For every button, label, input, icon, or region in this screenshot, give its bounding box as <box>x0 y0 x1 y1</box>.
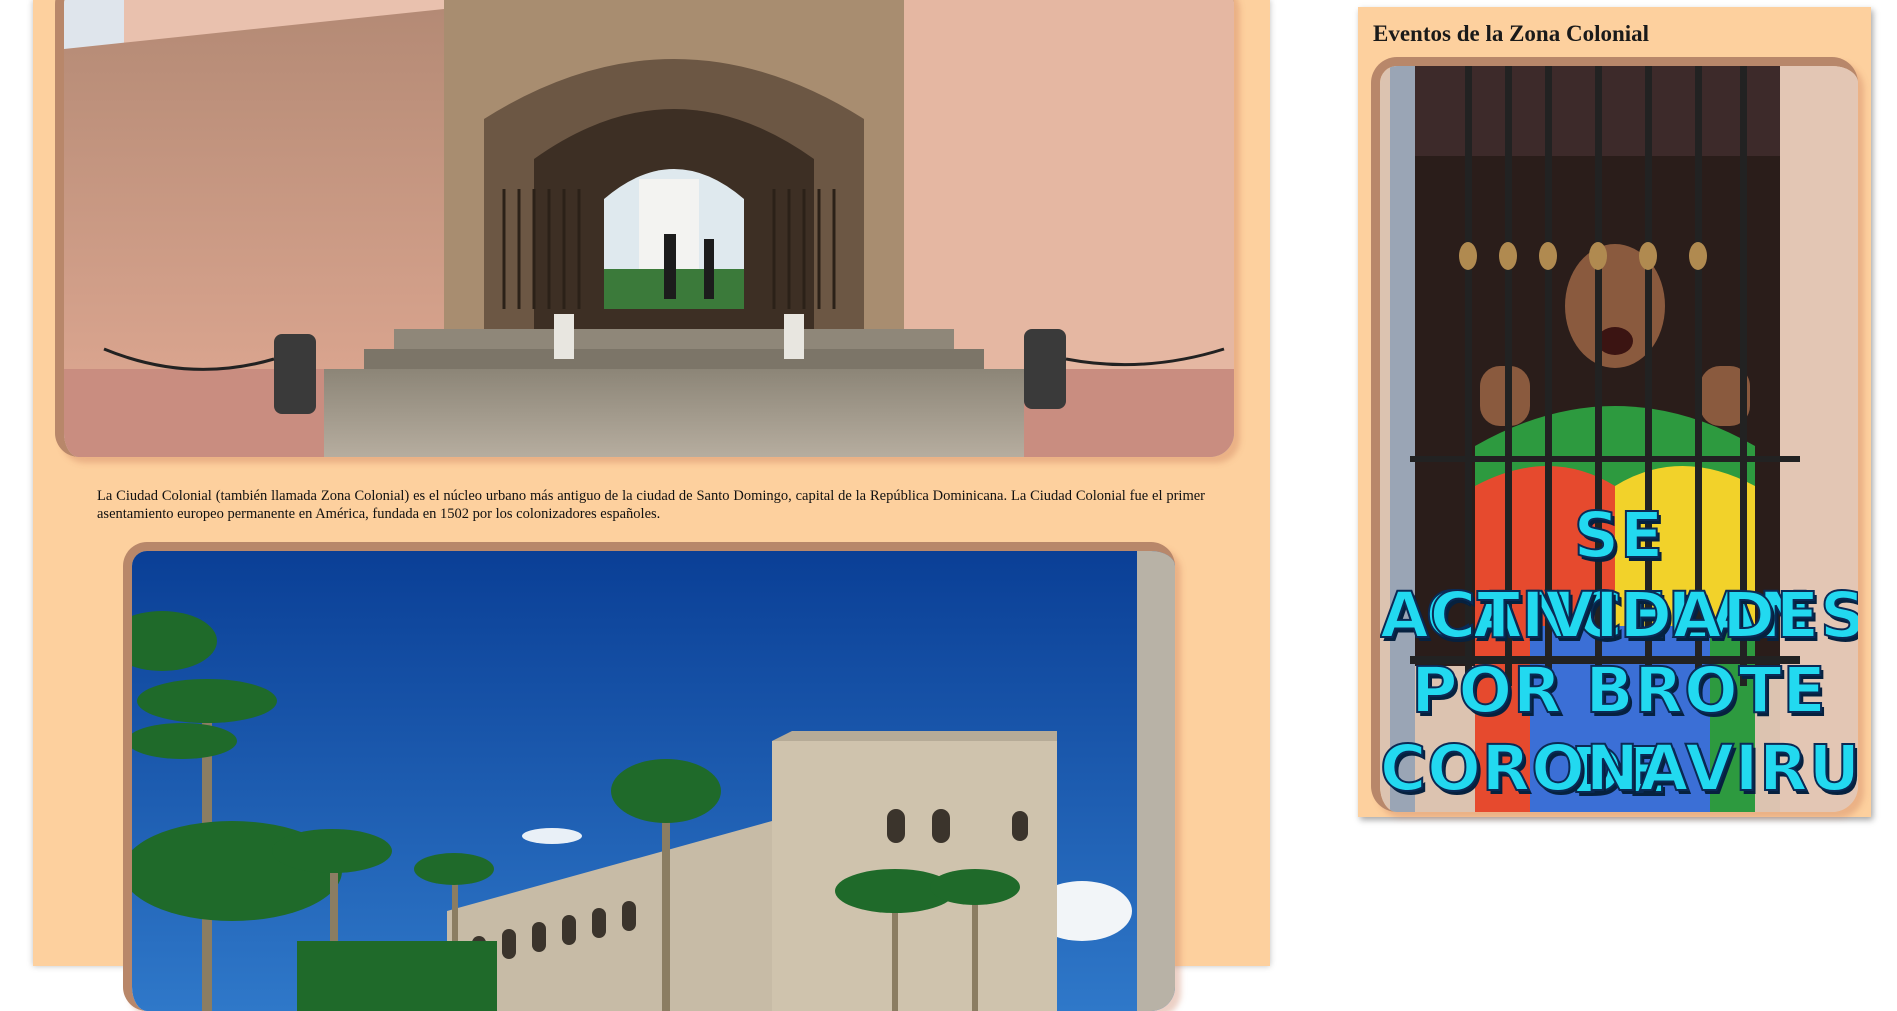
events-widget-title: Eventos de la Zona Colonial <box>1373 21 1650 46</box>
gate-photo-illustration <box>64 0 1234 457</box>
event-text-line-4: CORONAVIRUS <box>1380 731 1858 806</box>
alcazar-photo-illustration <box>132 551 1175 1011</box>
event-poster[interactable]: SE CANCELAN ACTIVIDADES POR BROTE DE COR… <box>1371 57 1858 812</box>
zona-colonial-description: La Ciudad Colonial (también llamada Zona… <box>97 488 1205 522</box>
alcazar-photo <box>123 542 1175 1011</box>
events-widget: Eventos de la Zona Colonial SE CANCELAN … <box>1358 7 1871 817</box>
gate-photo <box>55 0 1234 457</box>
main-content-panel: La Ciudad Colonial (también llamada Zona… <box>33 0 1270 1011</box>
event-text-line-2: ACTIVIDADES <box>1380 578 1858 653</box>
